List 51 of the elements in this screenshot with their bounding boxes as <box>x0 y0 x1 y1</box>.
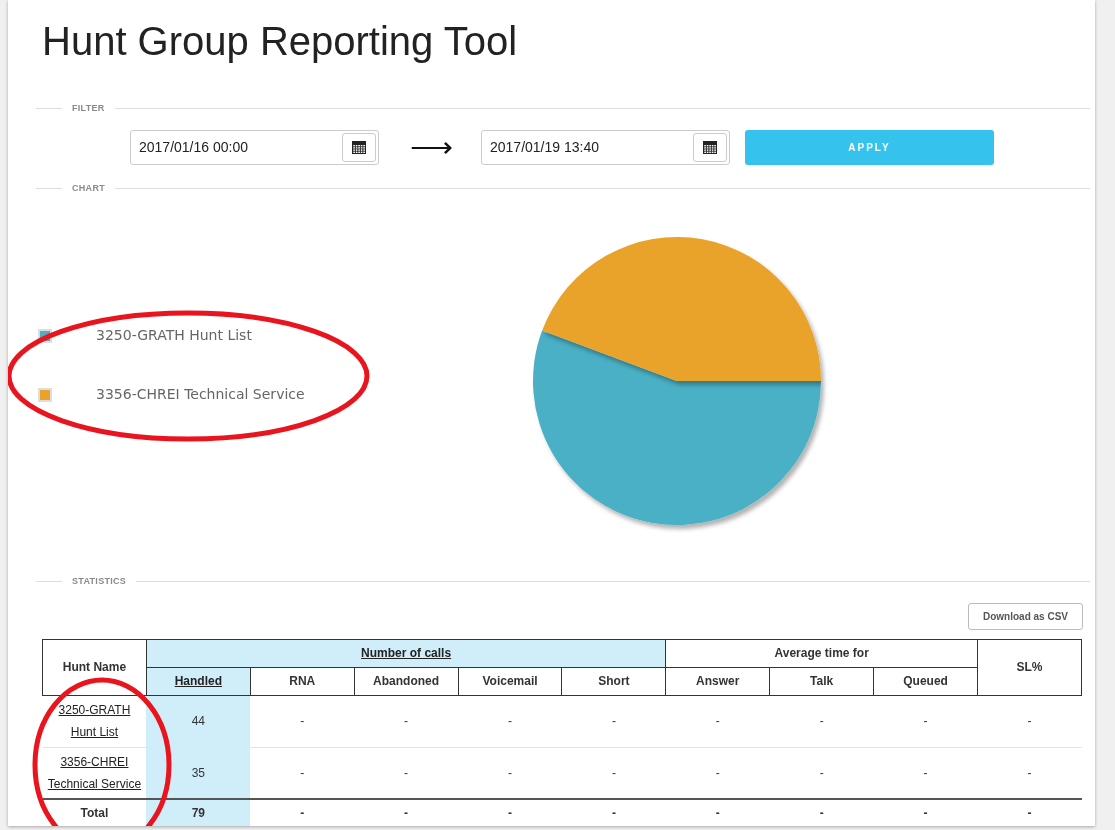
legend-label: 3356-CHREI Technical Service <box>96 385 305 404</box>
table-cell: - <box>458 695 562 747</box>
table-cell: - <box>769 695 874 747</box>
table-cell: 35 <box>146 747 251 799</box>
table-cell: - <box>665 695 770 747</box>
calendar-icon <box>702 139 718 155</box>
column-header: SL% <box>977 639 1082 695</box>
calendar-button[interactable] <box>342 132 376 162</box>
table-cell: - <box>561 695 666 747</box>
hunt-name-link[interactable]: 3250-GRATH Hunt List <box>45 699 144 743</box>
table-cell: - <box>977 695 1082 747</box>
column-header: Voicemail <box>458 667 562 695</box>
table-cell: - <box>769 799 874 826</box>
table-cell: - <box>354 799 459 826</box>
table-cell: - <box>354 695 459 747</box>
legend-label: 3250-GRATH Hunt List <box>96 326 252 345</box>
table-cell: - <box>873 799 978 826</box>
table-cell: - <box>250 695 355 747</box>
hunt-name-link[interactable]: 3356-CHREI Technical Service <box>45 750 144 795</box>
column-header: Abandoned <box>354 667 459 695</box>
column-header: Talk <box>769 667 874 695</box>
table-cell: - <box>769 747 874 799</box>
table-cell: - <box>665 747 770 799</box>
table-cell: - <box>458 747 562 799</box>
section-label: FILTER <box>72 102 105 115</box>
calendar-button[interactable] <box>693 132 727 162</box>
table-cell: - <box>977 747 1082 799</box>
calendar-icon <box>351 139 367 155</box>
table-cell: - <box>561 747 666 799</box>
table-cell: 79 <box>146 799 251 826</box>
table-cell: - <box>250 799 355 826</box>
column-header: Hunt Name <box>42 639 147 695</box>
column-header: Short <box>561 667 666 695</box>
table-cell: - <box>665 799 770 826</box>
table-cell: - <box>873 695 978 747</box>
table-cell: - <box>458 799 562 826</box>
arrow-icon: ⟶ <box>410 132 450 162</box>
table-cell: - <box>250 747 355 799</box>
column-header: RNA <box>250 667 355 695</box>
table-cell: - <box>354 747 459 799</box>
column-header: Answer <box>665 667 770 695</box>
table-cell: 44 <box>146 695 251 747</box>
page-title: Hunt Group Reporting Tool <box>41 18 519 65</box>
table-cell: - <box>561 799 666 826</box>
table-cell: - <box>873 747 978 799</box>
download-csv-button[interactable]: Download as CSV <box>968 602 1083 630</box>
column-link[interactable]: Number of calls <box>361 646 452 660</box>
section-label: CHART <box>72 181 105 195</box>
column-header: Average time for <box>665 639 978 667</box>
table-cell: - <box>977 799 1082 826</box>
section-label: STATISTICS <box>72 575 127 588</box>
